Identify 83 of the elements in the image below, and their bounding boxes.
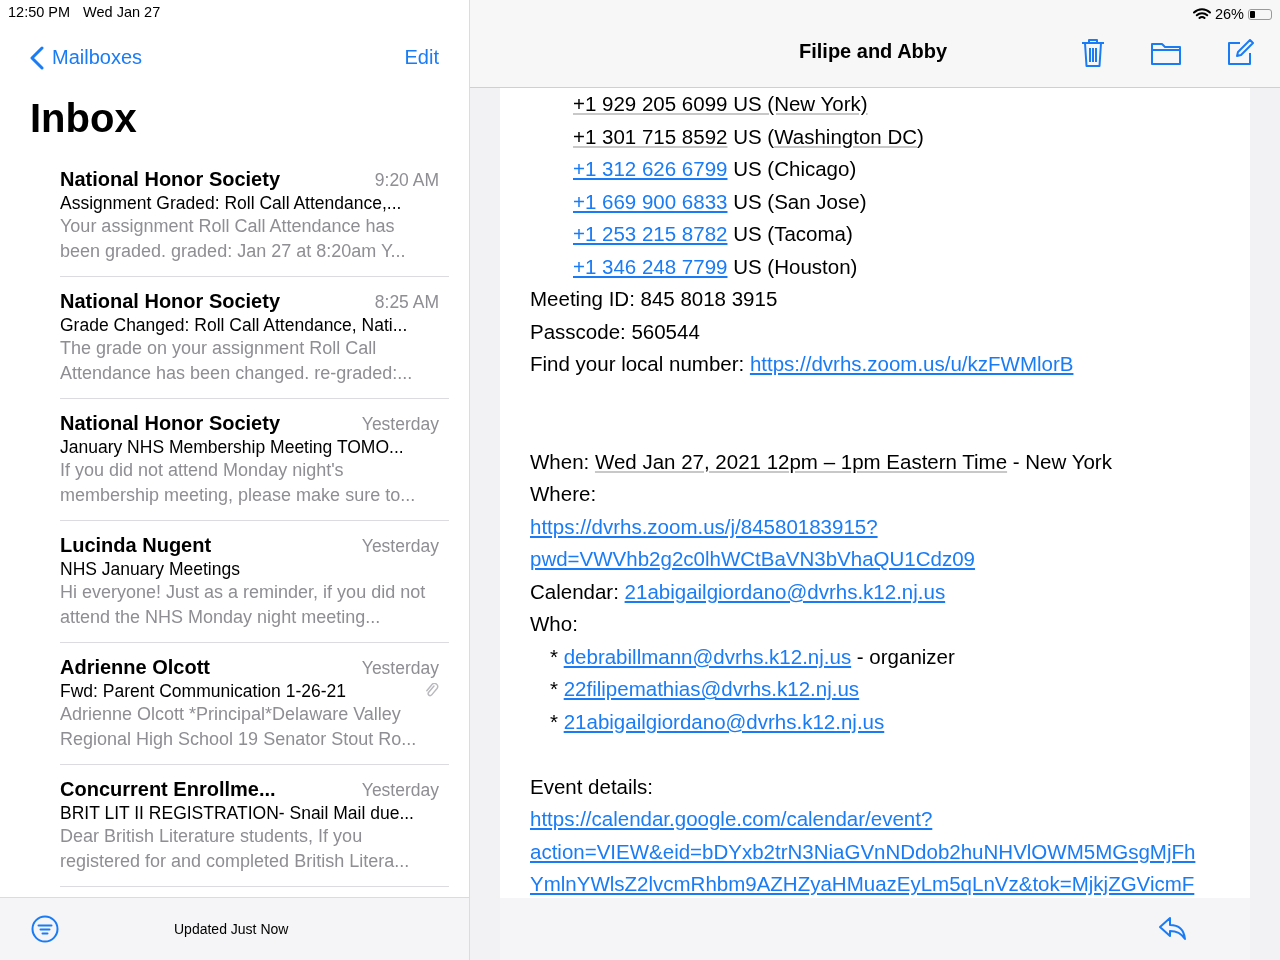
message-row[interactable]: Adrienne Olcott Yesterday Fwd: Parent Communication 1-26-21 Adrienne Olcott *Principal*Delaware Valley Regional High School 19 Senator Stout Ro...	[60, 652, 449, 765]
body-text: - New York	[1011, 449, 1112, 473]
link[interactable]: debrabillmann@dvrhs.k12.nj.us	[563, 644, 852, 668]
body-text: US (Houston)	[732, 254, 858, 278]
message-time: Yesterday	[361, 535, 439, 557]
message-row[interactable]: National Honor Society 8:25 AM Grade Changed: Roll Call Attendance, Nati... The grade on your assignment Roll Call Attendance has been changed. re-graded:...	[60, 286, 449, 399]
body-text: - organizer	[855, 644, 955, 668]
body-text: Calendar:	[530, 579, 620, 603]
battery-percent: 26%	[1214, 6, 1244, 22]
compose-icon[interactable]	[1226, 39, 1254, 67]
link[interactable]: +1 346 248 7799	[573, 254, 728, 278]
link[interactable]: +1 312 626 6799	[573, 157, 728, 180]
update-status: Updated Just Now	[174, 920, 289, 937]
battery-icon	[1248, 8, 1272, 20]
body-text: US (Chicago)	[732, 157, 857, 180]
link[interactable]: https://calendar.google.com/calendar/event?	[530, 807, 933, 830]
body-text: When:	[530, 449, 591, 473]
message-row[interactable]: National Honor Society 9:20 AM Assignment Graded: Roll Call Attendance,... Your assignment Roll Call Attendance has been graded. graded: Jan 27 at 8:20am Y...	[60, 164, 449, 277]
back-button[interactable]: Mailboxes	[30, 45, 143, 70]
message-preview: The grade on your assignment Roll Call Attendance has been changed. re-graded:...	[60, 336, 414, 385]
status-time: 12:50 PM	[8, 4, 71, 22]
body-text: US (	[732, 124, 775, 148]
sender-name[interactable]: National Honor Society	[60, 167, 281, 191]
message-preview: Your assignment Roll Call Attendance has been graded. graded: Jan 27 at 8:20am Y...	[60, 214, 407, 263]
sender-name[interactable]: Concurrent Enrollme...	[60, 777, 276, 801]
link[interactable]: +1 253 215 8782	[573, 222, 728, 245]
message-row[interactable]: National Honor Society Yesterday January NHS Membership Meeting TOMO... If you did not attend Monday night's membership meeting, please make sure to...	[60, 408, 449, 521]
message-preview: Adrienne Olcott *Principal*Delaware Valley Regional High School 19 Senator Stout Ro...	[60, 702, 418, 751]
body-text: *	[550, 644, 559, 668]
edit-button[interactable]: Edit	[404, 46, 439, 70]
link[interactable]: https://dvrhs.zoom.us/u/kzFWMlorB	[749, 352, 1074, 375]
body-text: US (Tacoma)	[732, 222, 853, 245]
message-time: 9:20 AM	[374, 169, 439, 191]
sender-name[interactable]: National Honor Society	[60, 411, 281, 435]
sender-name[interactable]: Lucinda Nugent	[60, 533, 212, 557]
body-text: Where:	[530, 482, 597, 505]
reply-icon[interactable]	[1158, 916, 1188, 942]
inbox-title: Inbox	[29, 95, 138, 143]
wifi-icon	[1192, 7, 1211, 21]
message-preview: Dear British Literature students, If you registered for and completed British Litera...	[60, 824, 411, 873]
body-text: Find your local number:	[530, 352, 746, 375]
body-text: US (San Jose)	[732, 189, 867, 213]
body-text: Passcode: 560544	[530, 319, 700, 343]
body-text: Event details:	[530, 774, 654, 798]
body-text: *	[550, 677, 559, 700]
link[interactable]: pwd=VWVhb2g2c0lhWCtBaVN3bVhaQU1Cdz09	[530, 547, 975, 570]
body-text: )	[917, 124, 924, 148]
message-time: Yesterday	[361, 413, 439, 435]
detected-text[interactable]: Washington DC	[774, 124, 917, 148]
trash-icon[interactable]	[1080, 37, 1106, 69]
message-time: Yesterday	[361, 779, 439, 801]
conversation-title: Filipe and Abby	[799, 40, 948, 63]
link[interactable]: 22filipemathias@dvrhs.k12.nj.us	[563, 677, 860, 700]
body-text: Who:	[530, 612, 578, 635]
body-text: Meeting ID: 845 8018 3915	[530, 287, 778, 310]
message-subject[interactable]: Assignment Graded: Roll Call Attendance,...	[60, 192, 402, 214]
message-subject[interactable]: NHS January Meetings	[60, 558, 240, 580]
message-subject[interactable]: Grade Changed: Roll Call Attendance, Nati...	[60, 314, 408, 336]
link[interactable]: +1 669 900 6833	[573, 189, 728, 213]
detected-text[interactable]: +1 929 205 6099 US (New York)	[573, 92, 868, 115]
detected-text[interactable]: +1 301 715 8592	[573, 124, 728, 148]
link[interactable]: https://dvrhs.zoom.us/j/84580183915?	[530, 514, 878, 538]
detected-text[interactable]: Wed Jan 27, 2021 12pm – 1pm Eastern Time	[594, 449, 1008, 473]
message-time: Yesterday	[361, 657, 439, 679]
message-subject[interactable]: BRIT LIT II REGISTRATION- Snail Mail due...	[60, 802, 414, 824]
link[interactable]: 21abigailgiordano@dvrhs.k12.nj.us	[563, 709, 885, 733]
link[interactable]: YmlnYWlsZ2lvcmRhbm9AZHZyaHMuazEyLm5qLnVz&tok=MjkjZGVicmF	[530, 872, 1195, 895]
link[interactable]: action=VIEW&eid=bDYxb2trN3NiaGVnNDdob2huNHVlOWM5MGsgMjFh	[530, 839, 1196, 863]
message-subject[interactable]: Fwd: Parent Communication 1-26-21	[60, 680, 346, 702]
chevron-left-icon	[30, 45, 44, 70]
sender-name[interactable]: Adrienne Olcott	[60, 655, 210, 679]
body-text: *	[550, 709, 559, 733]
sender-name[interactable]: National Honor Society	[60, 289, 281, 313]
filter-icon[interactable]	[31, 914, 59, 943]
status-date: Wed Jan 27	[83, 4, 161, 22]
message-preview: Hi everyone! Just as a reminder, if you did not attend the NHS Monday night meeting...	[60, 580, 427, 629]
link[interactable]: 21abigailgiordano@dvrhs.k12.nj.us	[624, 579, 946, 603]
message-row[interactable]: Lucinda Nugent Yesterday NHS January Meetings Hi everyone! Just as a reminder, if you did not attend the NHS Monday night meeting...	[60, 530, 449, 643]
message-preview: If you did not attend Monday night's membership meeting, please make sure to...	[60, 458, 417, 507]
message-subject[interactable]: January NHS Membership Meeting TOMO...	[60, 436, 404, 458]
message-row[interactable]: Concurrent Enrollme... Yesterday BRIT LIT II REGISTRATION- Snail Mail due... Dear British Literature students, If you registered for and completed British Litera...	[60, 774, 449, 887]
folder-icon[interactable]	[1150, 40, 1182, 66]
message-time: 8:25 AM	[374, 291, 439, 313]
